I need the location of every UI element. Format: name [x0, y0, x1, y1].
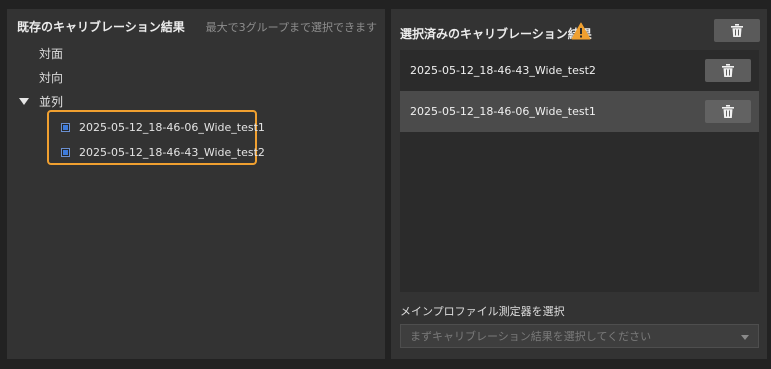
- tree-item-opposite[interactable]: 対向: [39, 69, 63, 86]
- tree-child-label: 2025-05-12_18-46-06_Wide_test1: [79, 120, 265, 134]
- list-item[interactable]: 2025-05-12_18-46-43_Wide_test2: [400, 50, 759, 91]
- trash-icon: [722, 64, 734, 77]
- remove-item-button[interactable]: [705, 59, 751, 82]
- existing-results-header: 既存のキャリブレーション結果 最大で3グループまで選択できます: [17, 18, 377, 36]
- tree-item-face[interactable]: 対面: [39, 45, 63, 62]
- tree-child-item[interactable]: 2025-05-12_18-46-06_Wide_test1: [61, 118, 265, 136]
- selected-results-list: 2025-05-12_18-46-43_Wide_test2 2025-05-1…: [400, 50, 759, 292]
- list-item-selected[interactable]: 2025-05-12_18-46-06_Wide_test1: [400, 91, 759, 132]
- checkbox-checked[interactable]: [61, 122, 70, 132]
- tree-item-parallel[interactable]: 並列: [19, 93, 63, 109]
- selected-group-highlight: 2025-05-12_18-46-06_Wide_test1 2025-05-1…: [47, 110, 265, 165]
- warning-icon: [571, 22, 591, 40]
- app-frame: 既存のキャリブレーション結果 最大で3グループまで選択できます 対面 対向 並列…: [0, 0, 771, 369]
- main-profiler-label: メインプロファイル測定器を選択: [400, 305, 565, 318]
- tree-child-item[interactable]: 2025-05-12_18-46-43_Wide_test2: [61, 143, 265, 161]
- dropdown-placeholder: まずキャリブレーション結果を選択してください: [410, 330, 652, 343]
- remove-item-button[interactable]: [705, 100, 751, 123]
- list-item-label: 2025-05-12_18-46-06_Wide_test1: [410, 105, 596, 118]
- tree-item-parallel-label: 並列: [39, 94, 64, 109]
- chevron-down-icon[interactable]: [741, 335, 749, 340]
- clear-all-button[interactable]: [714, 19, 760, 42]
- existing-results-title: 既存のキャリブレーション結果: [17, 20, 185, 34]
- trash-icon: [731, 24, 743, 37]
- tree-child-label: 2025-05-12_18-46-43_Wide_test2: [79, 145, 265, 159]
- trash-icon: [722, 105, 734, 118]
- selected-results-panel: 選択済みのキャリブレーション結果 2025-05-12_18-46-43_Wid…: [391, 9, 767, 359]
- max-selection-hint: 最大で3グループまで選択できます: [205, 21, 377, 34]
- main-profiler-dropdown[interactable]: まずキャリブレーション結果を選択してください: [400, 324, 759, 348]
- selected-results-title: 選択済みのキャリブレーション結果: [400, 27, 592, 41]
- checkbox-checked[interactable]: [61, 147, 70, 157]
- existing-results-panel: 既存のキャリブレーション結果 最大で3グループまで選択できます 対面 対向 並列…: [7, 9, 385, 359]
- caret-down-icon[interactable]: [19, 97, 29, 105]
- list-item-label: 2025-05-12_18-46-43_Wide_test2: [410, 64, 596, 77]
